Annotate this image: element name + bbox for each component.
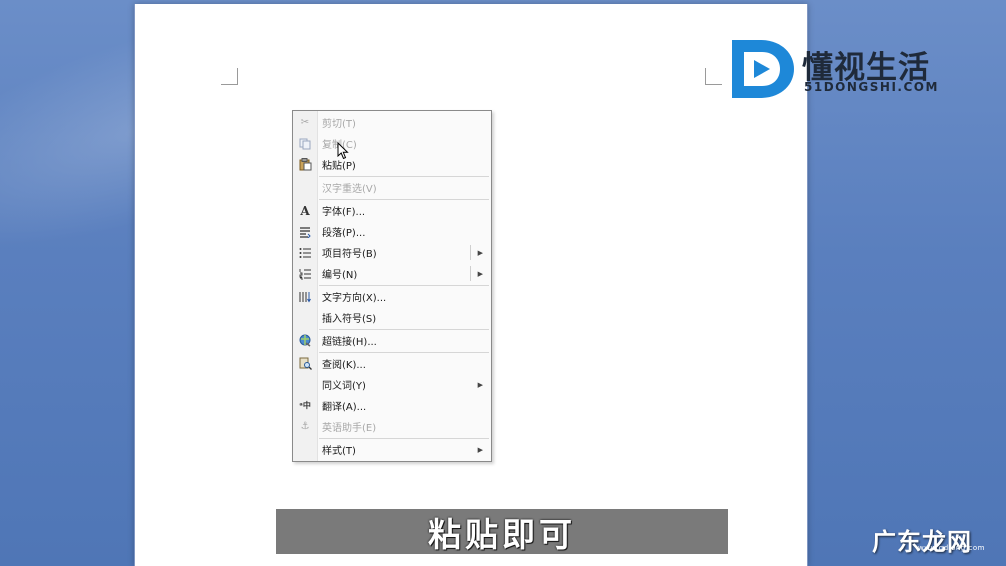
menu-item-label: 查阅(K)... <box>322 360 366 371</box>
menu-item-label: 汉字重选(V) <box>322 184 377 195</box>
paste-icon <box>298 158 312 172</box>
lookup-icon <box>298 357 312 371</box>
menu-item-translate[interactable]: ᵃ中 翻译(A)... <box>293 395 491 416</box>
submenu-arrow-icon[interactable]: ▶ <box>478 249 483 257</box>
video-caption: 粘贴即可 <box>276 509 728 554</box>
font-icon: A <box>300 203 310 218</box>
menu-item-label: 剪切(T) <box>322 119 356 130</box>
menu-item-cut[interactable]: ✂ 剪切(T) <box>293 112 491 133</box>
menu-item-label: 同义词(Y) <box>322 381 366 392</box>
menu-item-label: 段落(P)... <box>322 228 366 239</box>
submenu-arrow-icon: ▶ <box>477 380 483 389</box>
menu-item-numbering[interactable]: 编号(N) ▶ <box>293 263 491 284</box>
logo-mark-icon <box>732 40 794 98</box>
menu-item-label: 项目符号(B) <box>322 249 377 260</box>
menu-item-insert-symbol[interactable]: 插入符号(S) <box>293 307 491 328</box>
menu-item-label: 超链接(H)... <box>322 337 377 348</box>
hyperlink-icon <box>298 334 312 348</box>
crop-mark-top-left <box>221 68 238 85</box>
submenu-arrow-icon: ▶ <box>477 445 483 454</box>
text-direction-icon <box>298 290 312 304</box>
menu-item-label: 翻译(A)... <box>322 402 367 413</box>
menu-item-english-assistant[interactable]: ⚓ 英语助手(E) <box>293 416 491 437</box>
menu-item-label: 文字方向(X)... <box>322 293 387 304</box>
menu-item-text-direction[interactable]: 文字方向(X)... <box>293 286 491 307</box>
watermark-subtitle: www.gdlong.com <box>918 544 985 552</box>
menu-item-styles[interactable]: 样式(T) ▶ <box>293 439 491 460</box>
bullets-icon <box>298 246 312 260</box>
menu-item-label: 英语助手(E) <box>322 423 377 434</box>
menu-item-reconvert[interactable]: 汉字重选(V) <box>293 177 491 198</box>
menu-item-label: 编号(N) <box>322 270 358 281</box>
logo-subtitle: 51DONGSHI.COM <box>804 80 939 94</box>
menu-item-copy[interactable]: 复制(C) <box>293 133 491 154</box>
brand-logo: 懂视生活 51DONGSHI.COM <box>730 38 970 102</box>
menu-item-lookup[interactable]: 查阅(K)... <box>293 353 491 374</box>
paragraph-icon <box>298 225 312 239</box>
menu-item-label: 样式(T) <box>322 446 356 457</box>
menu-item-label: 插入符号(S) <box>322 314 377 325</box>
menu-item-font[interactable]: A 字体(F)... <box>293 200 491 221</box>
numbering-icon <box>298 267 312 281</box>
copy-icon <box>298 137 312 151</box>
split-divider <box>470 266 471 281</box>
scissors-icon: ✂ <box>300 117 310 128</box>
split-divider <box>470 245 471 260</box>
submenu-arrow-icon[interactable]: ▶ <box>478 270 483 278</box>
crop-mark-top-right <box>705 68 722 85</box>
caption-text: 粘贴即可 <box>428 514 576 554</box>
mouse-cursor-icon <box>337 142 349 160</box>
assistant-icon: ⚓ <box>300 421 310 432</box>
translate-icon: ᵃ中 <box>299 401 311 410</box>
menu-item-label: 字体(F)... <box>322 207 366 218</box>
context-menu: ✂ 剪切(T) 复制(C) 粘贴(P) 汉字重选(V) A 字体(F)... 段… <box>292 110 492 462</box>
menu-item-hyperlink[interactable]: 超链接(H)... <box>293 330 491 351</box>
menu-item-paste[interactable]: 粘贴(P) <box>293 154 491 175</box>
menu-item-paragraph[interactable]: 段落(P)... <box>293 221 491 242</box>
menu-item-synonyms[interactable]: 同义词(Y) ▶ <box>293 374 491 395</box>
menu-item-bullets[interactable]: 项目符号(B) ▶ <box>293 242 491 263</box>
